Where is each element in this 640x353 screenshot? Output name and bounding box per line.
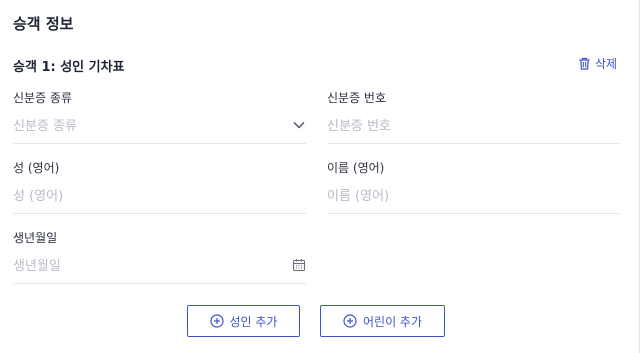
id-type-label: 신분증 종류 bbox=[13, 91, 73, 105]
given-name-field: 이름 (영어) bbox=[327, 160, 620, 214]
delete-passenger-button[interactable]: 삭제 bbox=[578, 55, 617, 72]
trash-icon bbox=[579, 57, 590, 70]
id-type-select[interactable] bbox=[13, 112, 306, 140]
birthdate-input[interactable] bbox=[13, 252, 306, 280]
add-adult-label: 성인 추가 bbox=[229, 314, 278, 329]
birthdate-label: 생년월일 bbox=[13, 231, 58, 245]
passenger-title: 승객 1: 성인 기차표 bbox=[13, 60, 125, 75]
surname-box bbox=[13, 182, 306, 214]
id-number-box bbox=[327, 112, 620, 144]
surname-field: 성 (영어) bbox=[13, 160, 306, 214]
birthdate-box bbox=[13, 252, 306, 284]
id-type-select-box[interactable] bbox=[13, 112, 306, 144]
given-name-label: 이름 (영어) bbox=[327, 161, 385, 175]
add-adult-button[interactable]: 성인 추가 bbox=[187, 305, 300, 337]
plus-circle-icon bbox=[343, 314, 357, 328]
given-name-box bbox=[327, 182, 620, 214]
surname-input[interactable] bbox=[13, 182, 306, 210]
section-title: 승객 정보 bbox=[13, 15, 74, 33]
id-number-field: 신분증 번호 bbox=[327, 90, 620, 144]
calendar-icon[interactable] bbox=[292, 258, 306, 272]
id-type-field: 신분증 종류 bbox=[13, 90, 306, 144]
birthdate-field: 생년월일 bbox=[13, 230, 306, 284]
id-number-label: 신분증 번호 bbox=[327, 91, 387, 105]
surname-label: 성 (영어) bbox=[13, 161, 60, 175]
add-child-label: 어린이 추가 bbox=[362, 314, 422, 329]
chevron-down-icon[interactable] bbox=[292, 118, 306, 132]
delete-label: 삭제 bbox=[595, 57, 618, 71]
plus-circle-icon bbox=[209, 314, 224, 328]
given-name-input[interactable] bbox=[327, 182, 620, 210]
id-number-input[interactable] bbox=[327, 112, 620, 140]
add-child-button[interactable]: 어린이 추가 bbox=[320, 305, 445, 337]
